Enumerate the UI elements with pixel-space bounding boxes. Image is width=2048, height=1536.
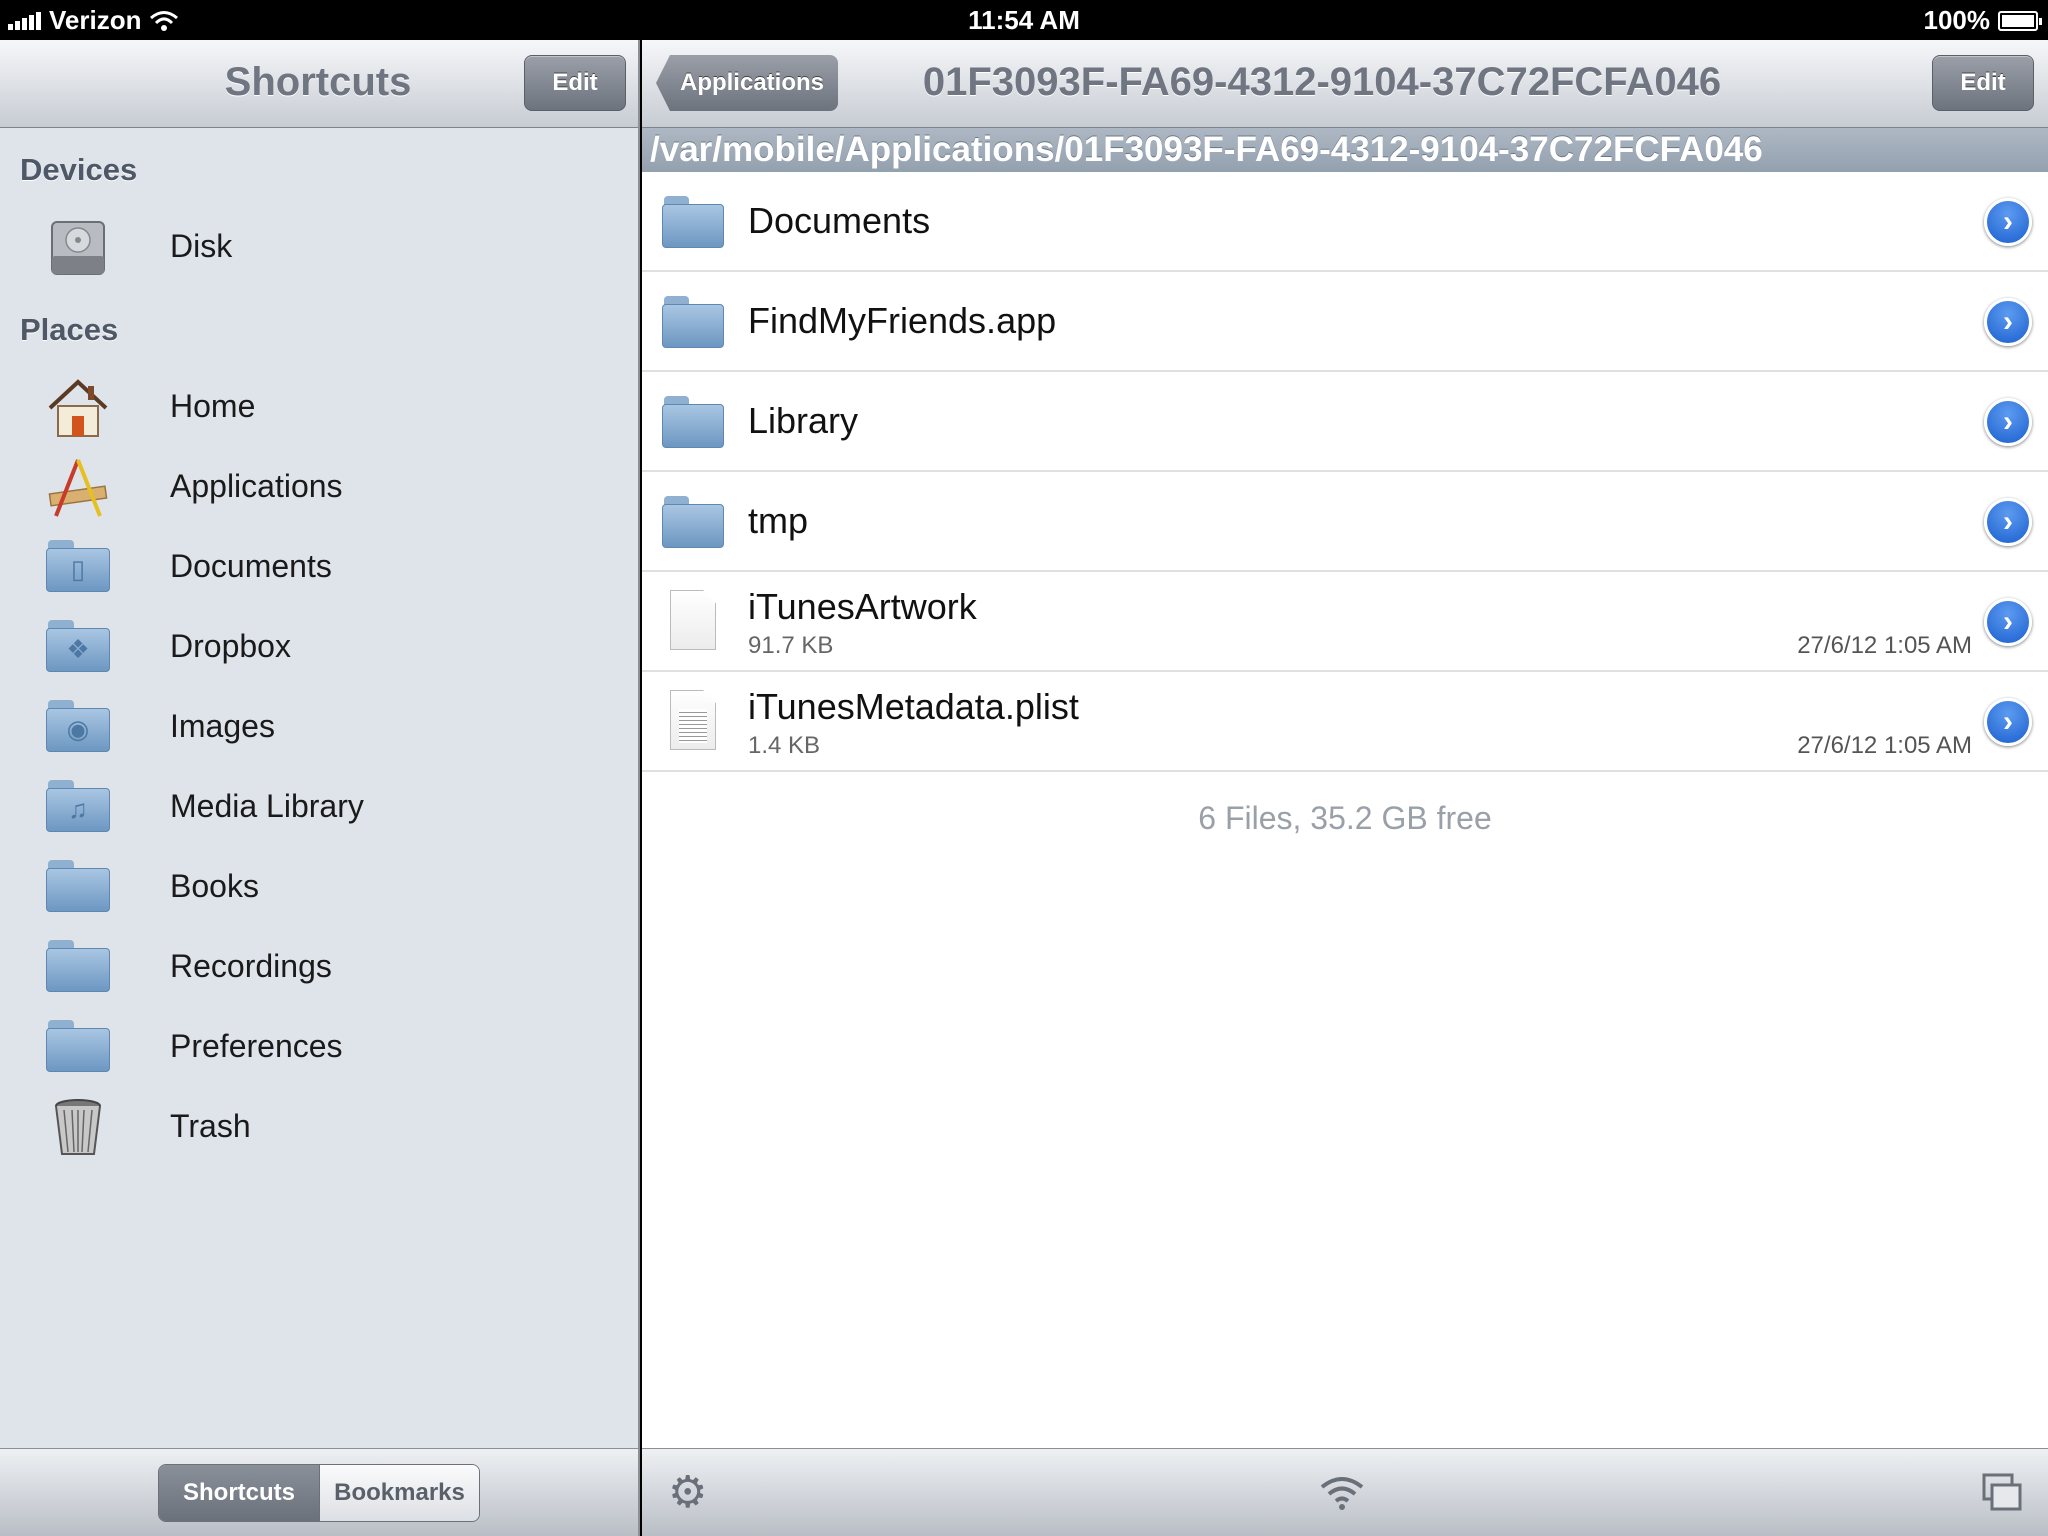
battery-icon	[1998, 10, 2042, 31]
dropbox-folder-icon: ❖	[46, 620, 110, 672]
sidebar-item-label: Trash	[170, 1108, 251, 1144]
file-row-documents[interactable]: Documents ›	[642, 172, 2048, 272]
sidebar-item-label: Recordings	[170, 948, 332, 984]
file-row-itunesartwork[interactable]: iTunesArtwork 91.7 KB 27/6/12 1:05 AM ›	[642, 572, 2048, 672]
segment-bookmarks[interactable]: Bookmarks	[319, 1465, 479, 1521]
sidebar-item-label: Media Library	[170, 788, 364, 824]
sidebar-bottom-toolbar: Shortcuts Bookmarks	[0, 1448, 638, 1536]
blank-document-icon	[670, 590, 716, 650]
disclosure-button-icon[interactable]: ›	[1984, 398, 2032, 446]
file-row-library[interactable]: Library ›	[642, 372, 2048, 472]
folder-icon	[662, 396, 724, 448]
text-document-icon	[670, 690, 716, 750]
file-name: iTunesArtwork	[748, 586, 977, 627]
sidebar-item-recordings[interactable]: Recordings	[0, 928, 636, 1008]
sidebar-item-documents[interactable]: ▯ Documents	[0, 528, 636, 608]
file-date: 27/6/12 1:05 AM	[1797, 732, 1972, 759]
disclosure-button-icon[interactable]: ›	[1984, 498, 2032, 546]
file-row-findmyfriends[interactable]: FindMyFriends.app ›	[642, 272, 2048, 372]
main-edit-button[interactable]: Edit	[1932, 55, 2034, 111]
folder-icon	[46, 860, 110, 912]
sidebar-item-disk[interactable]: Disk	[0, 208, 636, 288]
sidebar-item-label: Home	[170, 388, 256, 424]
file-name: Library	[748, 400, 859, 441]
file-browser-pane: Applications 01F3093F-FA69-4312-9104-37C…	[642, 40, 2048, 1536]
sidebar-item-label: Images	[170, 708, 275, 744]
shortcuts-sidebar: Shortcuts Edit Devices Disk Places Home …	[0, 40, 640, 1536]
sidebar-item-label: Dropbox	[170, 628, 291, 664]
sidebar-item-applications[interactable]: Applications	[0, 448, 636, 528]
sidebar-edit-button[interactable]: Edit	[524, 55, 626, 111]
applications-icon	[48, 459, 108, 517]
folder-icon	[662, 296, 724, 348]
main-navbar: Applications 01F3093F-FA69-4312-9104-37C…	[642, 40, 2048, 128]
segment-shortcuts[interactable]: Shortcuts	[159, 1465, 319, 1521]
battery-percent: 100%	[1923, 5, 1991, 35]
sidebar-item-trash[interactable]: Trash	[0, 1088, 636, 1168]
file-date: 27/6/12 1:05 AM	[1797, 632, 1972, 659]
disclosure-button-icon[interactable]: ›	[1984, 298, 2032, 346]
folder-title: 01F3093F-FA69-4312-9104-37C72FCFA046	[922, 60, 1722, 104]
sidebar-item-preferences[interactable]: Preferences	[0, 1008, 636, 1088]
file-name: FindMyFriends.app	[748, 300, 1057, 341]
settings-gear-icon[interactable]: ⚙	[668, 1469, 707, 1517]
folder-icon	[662, 496, 724, 548]
disclosure-button-icon[interactable]: ›	[1984, 198, 2032, 246]
file-size: 91.7 KB	[748, 632, 834, 659]
folder-summary: 6 Files, 35.2 GB free	[1198, 800, 1492, 836]
documents-folder-icon: ▯	[46, 540, 110, 592]
sidebar-item-books[interactable]: Books	[0, 848, 636, 928]
sidebar-item-label: Preferences	[170, 1028, 343, 1064]
home-icon	[48, 379, 108, 437]
places-heading: Places	[20, 312, 119, 347]
sidebar-item-dropbox[interactable]: ❖ Dropbox	[0, 608, 636, 688]
folder-icon	[662, 196, 724, 248]
folder-icon	[46, 940, 110, 992]
sidebar-item-label: Applications	[170, 468, 343, 504]
sidebar-item-label: Disk	[170, 228, 233, 264]
status-bar: Verizon 11:54 AM 100%	[0, 0, 2048, 40]
trash-icon	[55, 1099, 101, 1155]
status-time: 11:54 AM	[968, 5, 1080, 35]
back-button[interactable]: Applications	[656, 55, 838, 111]
folder-icon	[46, 1020, 110, 1072]
file-size: 1.4 KB	[748, 732, 821, 759]
file-name: Documents	[748, 200, 931, 241]
sidebar-item-media-library[interactable]: ♫ Media Library	[0, 768, 636, 848]
main-bottom-toolbar: ⚙	[642, 1448, 2048, 1536]
windows-icon[interactable]	[1980, 1471, 2024, 1515]
shortcuts-bookmarks-segmented-control: Shortcuts Bookmarks	[158, 1464, 480, 1522]
sidebar-item-images[interactable]: ◉ Images	[0, 688, 636, 768]
devices-heading: Devices	[20, 152, 138, 187]
file-name: tmp	[748, 500, 809, 541]
sidebar-navbar: Shortcuts Edit	[0, 40, 638, 128]
images-folder-icon: ◉	[46, 700, 110, 752]
disclosure-button-icon[interactable]: ›	[1984, 598, 2032, 646]
status-right: 100%	[1923, 5, 2042, 36]
sidebar-item-label: Documents	[170, 548, 332, 584]
wifi-icon[interactable]	[1318, 1473, 1366, 1513]
file-name: iTunesMetadata.plist	[748, 686, 1079, 727]
disk-icon	[51, 221, 105, 275]
file-row-itunesmetadata[interactable]: iTunesMetadata.plist 1.4 KB 27/6/12 1:05…	[642, 672, 2048, 772]
file-row-tmp[interactable]: tmp ›	[642, 472, 2048, 572]
sidebar-item-home[interactable]: Home	[0, 368, 636, 448]
path-bar: /var/mobile/Applications/01F3093F-FA69-4…	[642, 128, 2048, 172]
disclosure-button-icon[interactable]: ›	[1984, 698, 2032, 746]
music-folder-icon: ♫	[46, 780, 110, 832]
sidebar-item-label: Books	[170, 868, 259, 904]
